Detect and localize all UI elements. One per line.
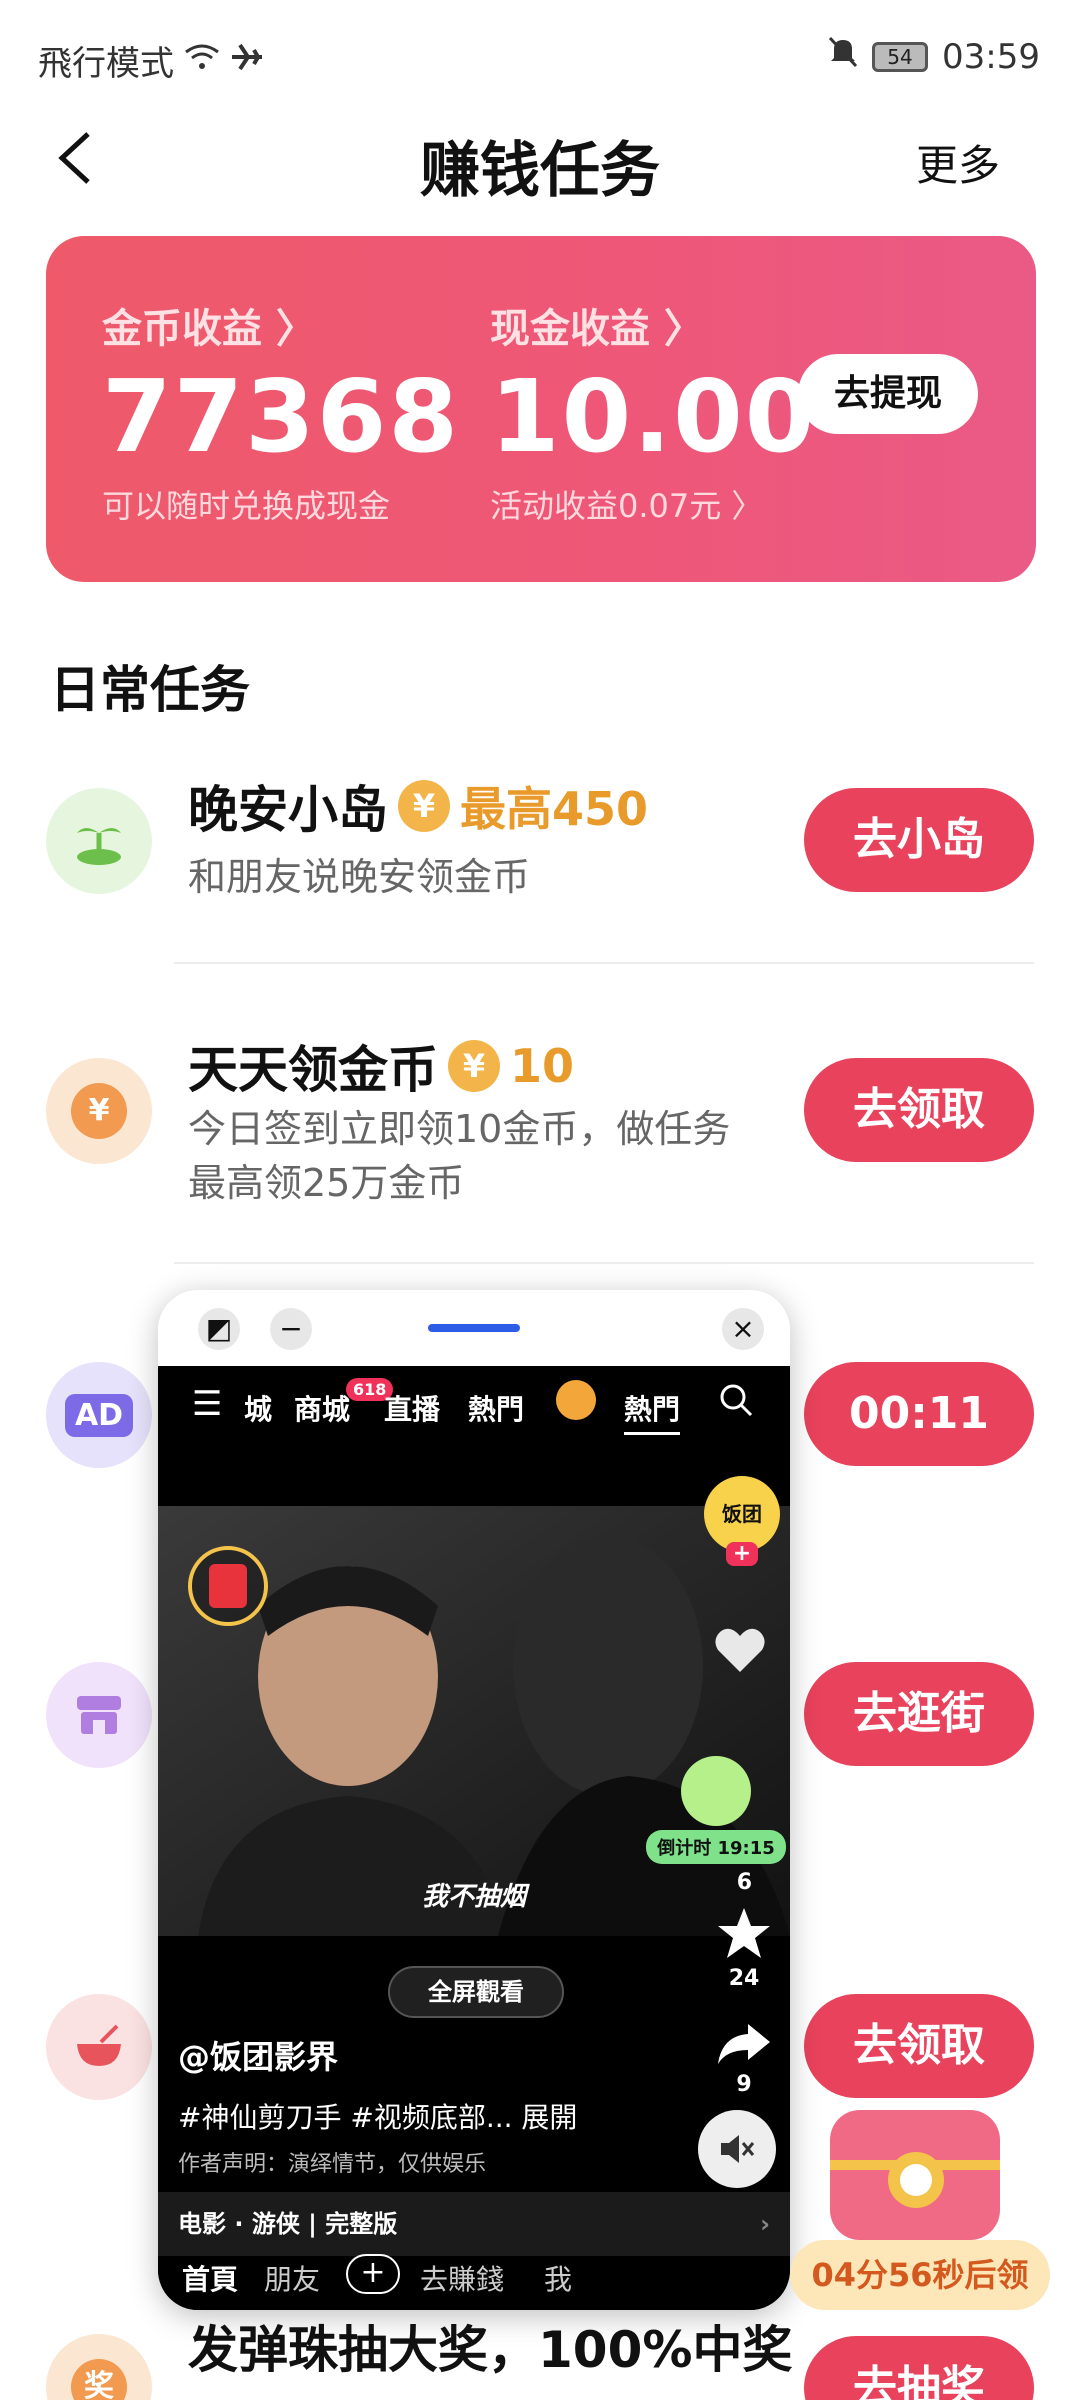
share-count: 9 [736, 2072, 752, 2097]
video-bottom-nav: 首頁 朋友 + 去賺錢 我 [158, 2254, 790, 2310]
star-count: 24 [728, 1966, 760, 1991]
chest-icon [830, 2110, 1000, 2240]
cash-earnings-sub[interactable]: 活动收益0.07元 〉 [490, 481, 816, 527]
drag-handle[interactable] [428, 1324, 520, 1332]
bottom-tab-home[interactable]: 首頁 [182, 2258, 238, 2298]
video-app-screen: ☰ 城 商城 618 直播 熱門 熱門 我不抽烟 全屏觀看 饭团 + 倒计时 1… [158, 1366, 790, 2310]
status-bar: 飛行模式 54 03:59 [0, 0, 1080, 120]
task-name: 晚安小岛 [188, 781, 388, 839]
task-button[interactable]: 去抽奖 [804, 2336, 1034, 2400]
bowl-icon [46, 1994, 152, 2100]
like-count: 6 [736, 1870, 752, 1895]
movie-bar[interactable]: 电影 · 游侠 | 完整版 › [158, 2192, 790, 2256]
countdown-badge[interactable]: 倒计时 19:15 [646, 1756, 786, 1864]
divider [174, 1262, 1034, 1264]
add-icon[interactable]: + [346, 2254, 400, 2294]
withdraw-button[interactable]: 去提现 [798, 354, 978, 434]
section-title: 日常任务 [50, 661, 250, 719]
island-icon [46, 788, 152, 894]
author-note: 作者声明：演绎情节，仅供娱乐 [178, 2152, 487, 2177]
coin-earnings-value: 77368 [102, 358, 460, 475]
ad-icon: AD [46, 1362, 152, 1468]
expand-window-icon[interactable]: ◩ [198, 1308, 240, 1350]
mute-bell-icon [828, 36, 858, 77]
movie-label: 电影 · 游侠 | 完整版 [178, 2210, 398, 2238]
menu-icon[interactable]: ☰ [192, 1384, 222, 1424]
countdown-label: 倒计时 19:15 [646, 1830, 786, 1864]
task-button[interactable]: 去逛街 [804, 1662, 1034, 1766]
coin-task-icon: ¥ [46, 1058, 152, 1164]
event-icon[interactable] [556, 1380, 596, 1420]
minimize-window-icon[interactable]: − [270, 1308, 312, 1350]
video-tags[interactable]: #神仙剪刀手 #视频底部... 展開 [178, 2096, 577, 2136]
coin-icon: ¥ [398, 780, 450, 832]
cash-earnings-label: 现金收益 〉 [490, 306, 704, 352]
prize-icon: 奖 [46, 2334, 152, 2400]
bottom-tab-friends[interactable]: 朋友 [264, 2258, 320, 2298]
header: 赚钱任务 更多 [0, 110, 1080, 210]
mute-icon[interactable] [698, 2110, 776, 2188]
airplane-icon [230, 41, 264, 81]
airplane-mode-label: 飛行模式 [38, 44, 174, 84]
nav-tab-live[interactable]: 直播 [384, 1388, 440, 1428]
earnings-card: 金币收益 〉 77368 可以随时兑换成现金 现金收益 〉 10.00 活动收益… [46, 236, 1036, 582]
task-name: 发弹珠抽大奖，100%中奖 [188, 2321, 793, 2379]
cash-earnings-value: 10.00 [490, 358, 817, 475]
video-caption: 我不抽烟 [421, 1882, 526, 1912]
treasure-chest[interactable]: 04分56秒后领 [790, 2090, 1050, 2310]
window-titlebar[interactable]: ◩ − × [158, 1290, 790, 1366]
bottom-tab-me[interactable]: 我 [544, 2258, 572, 2298]
follow-avatar[interactable]: 饭团 + [704, 1476, 780, 1566]
video-player[interactable] [158, 1506, 790, 1936]
like-icon[interactable] [712, 1626, 768, 1682]
nav-tab[interactable]: 城 [244, 1388, 272, 1428]
close-window-icon[interactable]: × [722, 1308, 764, 1350]
coin-icon: ¥ [448, 1040, 500, 1092]
shop-icon [46, 1662, 152, 1768]
battery-icon: 54 [872, 41, 929, 72]
floating-video-window[interactable]: ◩ − × ☰ 城 商城 618 直播 熱門 熱門 我不抽烟 全屏觀看 饭团 +… [158, 1290, 790, 2310]
bottom-tab-earn[interactable]: 去賺錢 [420, 2258, 504, 2298]
wifi-icon [184, 41, 220, 81]
divider [174, 962, 1034, 964]
video-author[interactable]: @饭团影界 [178, 2032, 338, 2078]
task-button[interactable]: 去领取 [804, 1994, 1034, 2098]
task-reward: 最高450 [460, 782, 649, 836]
coin-earnings-sub: 可以随时兑换成现金 [102, 487, 391, 525]
red-packet-icon[interactable] [188, 1546, 268, 1626]
more-button[interactable]: 更多 [916, 132, 1000, 193]
clock: 03:59 [942, 36, 1040, 77]
task-button[interactable]: 去小岛 [804, 788, 1034, 892]
share-icon[interactable]: 9 [716, 2020, 772, 2097]
task-button[interactable]: 00:11 [804, 1362, 1034, 1466]
fullscreen-button[interactable]: 全屏觀看 [388, 1966, 564, 2018]
coin-earnings-label: 金币收益 〉 [102, 306, 316, 352]
coin-earnings[interactable]: 金币收益 〉 77368 可以随时兑换成现金 [102, 296, 460, 527]
cash-earnings[interactable]: 现金收益 〉 10.00 活动收益0.07元 〉 [490, 296, 816, 527]
star-icon[interactable]: 24 [716, 1906, 772, 1991]
chevron-right-icon: › [760, 2210, 770, 2238]
task-name: 天天领金币 [188, 1041, 438, 1099]
task-reward: 10 [510, 1039, 575, 1093]
nav-tab-hot[interactable]: 熱門 [468, 1388, 524, 1428]
video-top-nav: ☰ 城 商城 618 直播 熱門 熱門 [158, 1366, 790, 1446]
task-desc: 和朋友说晚安领金币 [188, 855, 531, 899]
nav-tab-hot-active[interactable]: 熱門 [624, 1388, 681, 1435]
task-button[interactable]: 去领取 [804, 1058, 1034, 1162]
treasure-timer: 04分56秒后领 [790, 2240, 1050, 2310]
search-icon[interactable] [718, 1382, 754, 1425]
task-desc: 今日签到立即领10金币，做任务最高领25万金币 [188, 1107, 731, 1205]
nav-tab-mall[interactable]: 商城 [294, 1388, 350, 1428]
mascot-icon [681, 1756, 751, 1826]
